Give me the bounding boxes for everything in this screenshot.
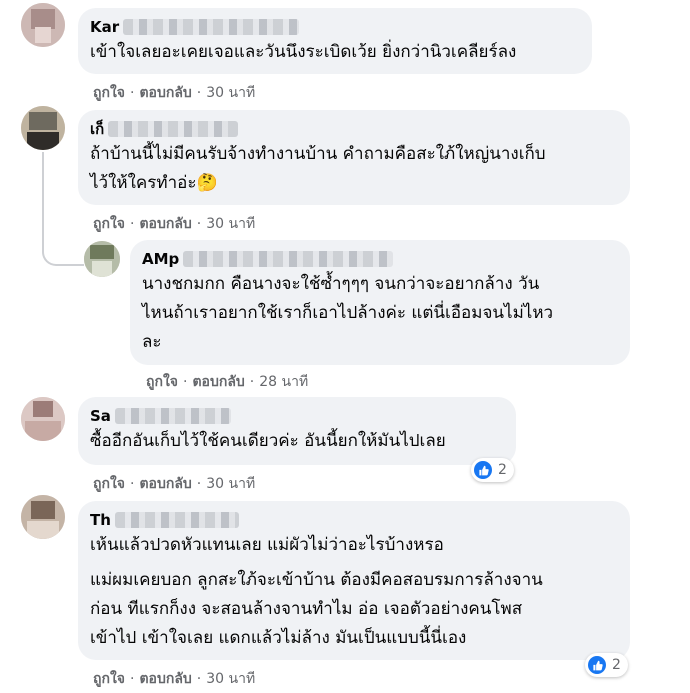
comment-actions: ถูกใจ · ตอบกลับ · 30 นาที — [93, 213, 255, 235]
commenter-name[interactable]: เก็ — [90, 117, 104, 141]
reaction-count: 2 — [498, 462, 507, 478]
avatar[interactable] — [84, 241, 120, 277]
like-link[interactable]: ถูกใจ — [93, 668, 125, 690]
redacted-name — [108, 121, 239, 137]
like-link[interactable]: ถูกใจ — [146, 371, 178, 393]
reaction-summary[interactable]: 2 — [585, 653, 628, 677]
timestamp[interactable]: 30 นาที — [206, 82, 255, 104]
reply-link[interactable]: ตอบกลับ — [139, 473, 191, 495]
reply-link[interactable]: ตอบกลับ — [192, 371, 244, 393]
comment-text: เห้นแล้วปวดหัวแทนเลย แม่ผัวไม่ว่าอะไรบ้า… — [90, 535, 444, 555]
thumbs-up-icon — [588, 656, 606, 674]
avatar[interactable] — [21, 106, 65, 150]
commenter-name[interactable]: Th — [90, 511, 111, 529]
comment-text: เข้าใจเลยอะเคยเจอและวันนึงระเบิดเว้ย ยิ่… — [90, 42, 517, 62]
commenter-name[interactable]: Kar — [90, 18, 119, 36]
reply-link[interactable]: ตอบกลับ — [139, 213, 191, 235]
timestamp[interactable]: 28 นาที — [259, 371, 308, 393]
reply-bubble: AMp นางชกมกก คือนางจะใช้ซ้ำๆๆๆ จนกว่าจะอ… — [130, 240, 630, 365]
comment-actions: ถูกใจ · ตอบกลับ · 28 นาที — [146, 371, 308, 393]
comment-actions: ถูกใจ · ตอบกลับ · 30 นาที — [93, 668, 255, 690]
comment-text: ละ — [142, 332, 162, 352]
timestamp[interactable]: 30 นาที — [206, 213, 255, 235]
comment-bubble: Kar เข้าใจเลยอะเคยเจอและวันนึงระเบิดเว้ย… — [78, 8, 592, 74]
reply-link[interactable]: ตอบกลับ — [139, 668, 191, 690]
like-link[interactable]: ถูกใจ — [93, 213, 125, 235]
avatar[interactable] — [21, 397, 65, 441]
avatar[interactable] — [21, 495, 65, 539]
comment-text: ถ้าบ้านนี้ไม่มีคนรับจ้างทำงานบ้าน คำถามค… — [90, 144, 546, 164]
reply-thread-line — [42, 152, 84, 266]
comment-bubble: Th เห้นแล้วปวดหัวแทนเลย แม่ผัวไม่ว่าอะไร… — [78, 501, 630, 660]
redacted-name — [114, 408, 231, 424]
comment-text: นางชกมกก คือนางจะใช้ซ้ำๆๆๆ จนกว่าจะอยากล… — [142, 274, 540, 294]
like-link[interactable]: ถูกใจ — [93, 473, 125, 495]
comment-text: ไหนถ้าเราอยากใช้เราก็เอาไปล้างค่ะ แต่นี่… — [142, 303, 554, 323]
commenter-name[interactable]: AMp — [142, 250, 179, 268]
redacted-name — [183, 251, 394, 267]
timestamp[interactable]: 30 นาที — [206, 668, 255, 690]
comment-text: ก่อน ทีแรกก็งง จะสอนล้างจานทำไม อ่อ เจอต… — [90, 599, 523, 619]
comment-text: แม่ผมเคยบอก ลูกสะใภ้จะเข้าบ้าน ต้องมีคอส… — [90, 570, 543, 590]
reaction-count: 2 — [612, 657, 621, 673]
commenter-name[interactable]: Sa — [90, 407, 111, 425]
reaction-summary[interactable]: 2 — [471, 458, 514, 482]
thumbs-up-icon — [474, 461, 492, 479]
comment-text: เข้าไป เข้าใจเลย แดกแล้วไม่ล้าง มันเป็นแ… — [90, 628, 467, 648]
comment-bubble: Sa ซื้ออีกอันเก็บไว้ใช้คนเดียวค่ะ อันนี้… — [78, 397, 516, 465]
comment-actions: ถูกใจ · ตอบกลับ · 30 นาที — [93, 82, 255, 104]
comment-text: ไว้ให้ใครทำอ่ะ🤔 — [90, 173, 218, 193]
redacted-name — [114, 512, 239, 528]
timestamp[interactable]: 30 นาที — [206, 473, 255, 495]
like-link[interactable]: ถูกใจ — [93, 82, 125, 104]
reply-link[interactable]: ตอบกลับ — [139, 82, 191, 104]
comment-actions: ถูกใจ · ตอบกลับ · 30 นาที — [93, 473, 255, 495]
redacted-name — [123, 19, 300, 35]
comment-bubble: เก็ ถ้าบ้านนี้ไม่มีคนรับจ้างทำงานบ้าน คำ… — [78, 110, 630, 205]
avatar[interactable] — [21, 3, 65, 47]
comment-text: ซื้ออีกอันเก็บไว้ใช้คนเดียวค่ะ อันนี้ยกใ… — [90, 431, 446, 451]
